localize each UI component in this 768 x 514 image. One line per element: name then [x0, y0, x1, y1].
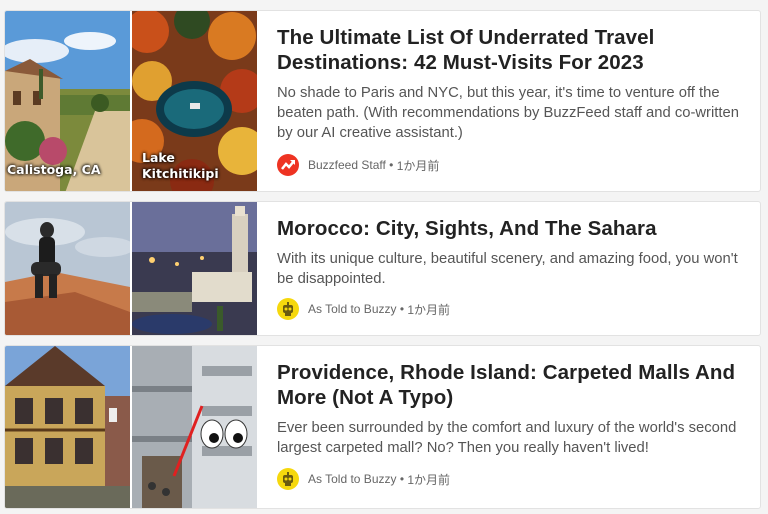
article-thumbnails[interactable]: Calistoga, CA Lake Kitchitikipi	[5, 11, 257, 191]
sahara-image	[5, 202, 130, 335]
carpeted-mall-image	[132, 346, 257, 508]
image-caption: Lake Kitchitikipi	[142, 150, 219, 181]
article-title[interactable]: Providence, Rhode Island: Carpeted Malls…	[277, 360, 740, 410]
article-description: No shade to Paris and NYC, but this year…	[277, 85, 739, 141]
buzzy-robot-icon[interactable]	[277, 298, 299, 320]
article-meta: As Told to Buzzy • 1か月前	[277, 468, 450, 490]
image-caption: Calistoga, CA	[7, 162, 101, 177]
author-name[interactable]: Buzzfeed Staff	[308, 158, 386, 172]
article-card[interactable]: Morocco: City, Sights, And The Sahara Wi…	[4, 201, 761, 336]
meta-separator: •	[396, 472, 408, 486]
lake-kitchitikipi-image: Lake Kitchitikipi	[132, 11, 257, 191]
article-thumbnails[interactable]	[5, 346, 257, 508]
author-name[interactable]: As Told to Buzzy	[308, 302, 397, 316]
meta-separator: •	[396, 302, 408, 316]
providence-houses-image	[5, 346, 130, 508]
article-meta: Buzzfeed Staff • 1か月前	[277, 154, 439, 176]
article-description: Ever been surrounded by the comfort and …	[277, 420, 737, 456]
article-meta: As Told to Buzzy • 1か月前	[277, 298, 450, 320]
publish-time: 1か月前	[407, 472, 451, 487]
article-card[interactable]: Providence, Rhode Island: Carpeted Malls…	[4, 345, 761, 509]
rabat-city-image	[132, 202, 257, 335]
publish-time: 1か月前	[407, 302, 451, 317]
meta-separator: •	[385, 158, 397, 172]
publish-time: 1か月前	[396, 158, 440, 173]
article-thumbnails[interactable]	[5, 202, 257, 335]
article-card[interactable]: Calistoga, CA Lake Kitchitikipi The Ulti…	[4, 10, 761, 192]
article-description: With its unique culture, beautiful scene…	[277, 251, 738, 287]
buzzy-robot-icon[interactable]	[277, 468, 299, 490]
buzzfeed-trending-icon[interactable]	[277, 154, 299, 176]
article-title[interactable]: The Ultimate List Of Underrated Travel D…	[277, 25, 740, 75]
author-name[interactable]: As Told to Buzzy	[308, 472, 397, 486]
article-title[interactable]: Morocco: City, Sights, And The Sahara	[277, 216, 740, 241]
calistoga-image: Calistoga, CA	[5, 11, 130, 191]
